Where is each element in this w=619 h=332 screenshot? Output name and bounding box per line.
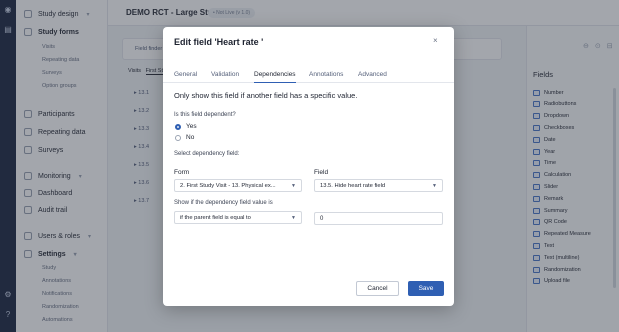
dialog-title: Edit field 'Heart rate ' — [174, 37, 264, 47]
radio-yes[interactable]: Yes — [175, 123, 197, 130]
form-select-value: 2. First Study Visit - 13. Physical ex..… — [180, 183, 276, 189]
tab-annotations[interactable]: Annotations — [309, 71, 343, 83]
chevron-down-icon: ▼ — [291, 215, 296, 221]
field-label: Field — [314, 169, 329, 176]
dialog-tabs: General Validation Dependencies Annotati… — [163, 67, 454, 83]
field-select-value: 13.5. Hide heart rate field — [320, 183, 386, 189]
form-label: Form — [174, 169, 190, 176]
field-select[interactable]: 13.5. Hide heart rate field ▼ — [314, 179, 443, 192]
edit-field-dialog: Edit field 'Heart rate ' × General Valid… — [163, 27, 454, 306]
cancel-button[interactable]: Cancel — [356, 281, 399, 296]
radio-selected-icon — [175, 123, 181, 130]
radio-label: No — [186, 134, 195, 141]
save-button[interactable]: Save — [408, 281, 444, 296]
dependent-question: Is this field dependent? — [174, 112, 236, 118]
radio-empty-icon — [175, 134, 181, 141]
condition-select-value: if the parent field is equal to — [180, 215, 251, 221]
close-icon[interactable]: × — [433, 36, 438, 45]
select-field-question: Select dependency field: — [174, 151, 240, 157]
radio-no[interactable]: No — [175, 134, 194, 141]
dependency-description: Only show this field if another field ha… — [174, 91, 358, 100]
form-select[interactable]: 2. First Study Visit - 13. Physical ex..… — [174, 179, 302, 192]
condition-label: Show if the dependency field value is — [174, 200, 273, 206]
tab-validation[interactable]: Validation — [211, 71, 239, 83]
tab-advanced[interactable]: Advanced — [358, 71, 387, 83]
tab-dependencies[interactable]: Dependencies — [254, 71, 296, 83]
chevron-down-icon: ▼ — [291, 183, 296, 189]
condition-select[interactable]: if the parent field is equal to ▼ — [174, 211, 302, 224]
tab-general[interactable]: General — [174, 71, 197, 83]
radio-label: Yes — [186, 123, 197, 130]
condition-value-input[interactable]: 0 — [314, 212, 443, 225]
chevron-down-icon: ▼ — [432, 183, 437, 189]
